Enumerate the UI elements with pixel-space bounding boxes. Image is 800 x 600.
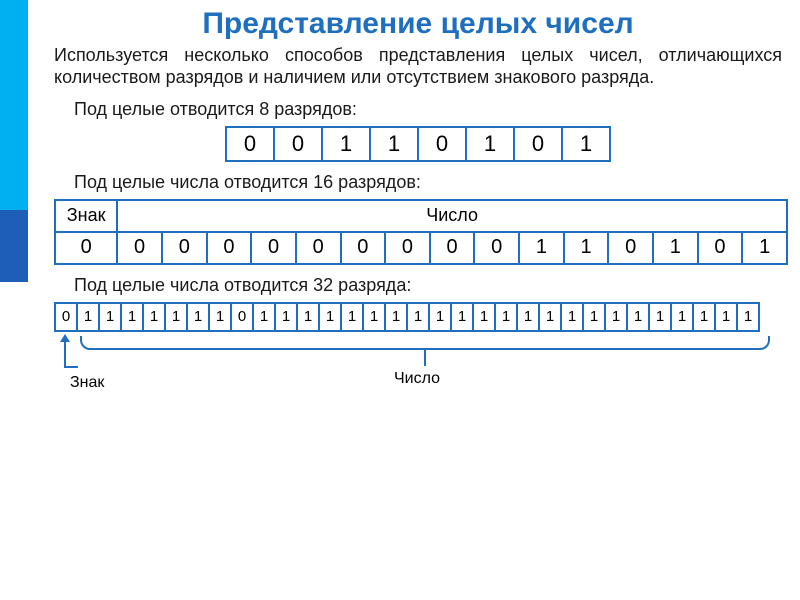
bit-cell: 0 xyxy=(231,303,253,331)
bit-cell: 0 xyxy=(385,232,430,264)
bit-cell: 1 xyxy=(385,303,407,331)
bit-cell: 0 xyxy=(341,232,386,264)
bit-cell: 1 xyxy=(121,303,143,331)
bit-cell: 0 xyxy=(418,127,466,161)
bit-cell: 1 xyxy=(297,303,319,331)
intro-text: Используется несколько способов представ… xyxy=(54,44,782,89)
bit-cell: 1 xyxy=(99,303,121,331)
bit-cell: 0 xyxy=(608,232,653,264)
bit-cell: 0 xyxy=(117,232,162,264)
bit-cell: 1 xyxy=(451,303,473,331)
bits-32-annotation: Знак Число xyxy=(54,336,792,396)
section-32-label: Под целые числа отводится 32 разряда: xyxy=(74,275,792,296)
bit-cell: 1 xyxy=(539,303,561,331)
bit-cell: 1 xyxy=(253,303,275,331)
bit-cell: 0 xyxy=(698,232,743,264)
slide-content: Представление целых чисел Используется н… xyxy=(36,0,800,396)
bits-8-table: 00110101 xyxy=(225,126,611,162)
bit-cell: 0 xyxy=(430,232,475,264)
decorative-sidebar xyxy=(0,0,28,600)
bit-cell: 1 xyxy=(519,232,564,264)
bit-cell: 1 xyxy=(742,232,787,264)
bit-cell: 1 xyxy=(693,303,715,331)
bit-cell: 0 xyxy=(514,127,562,161)
bit-cell: 1 xyxy=(715,303,737,331)
bit-cell: 1 xyxy=(77,303,99,331)
bit-cell: 1 xyxy=(653,232,698,264)
bit-cell: 0 xyxy=(226,127,274,161)
bit-cell: 1 xyxy=(495,303,517,331)
bit-cell: 1 xyxy=(466,127,514,161)
bit-cell: 1 xyxy=(429,303,451,331)
bit-cell: 1 xyxy=(407,303,429,331)
bit-cell: 0 xyxy=(207,232,252,264)
bit-cell: 0 xyxy=(296,232,341,264)
bit-cell: 1 xyxy=(671,303,693,331)
bit-cell: 0 xyxy=(274,127,322,161)
bit-cell: 1 xyxy=(341,303,363,331)
section-16-label: Под целые числа отводится 16 разрядов: xyxy=(74,172,792,193)
number-header: Число xyxy=(117,200,787,232)
bits-32-table: 01111111011111111111111111111111 xyxy=(54,302,760,332)
bit-cell: 0 xyxy=(55,232,117,264)
bit-cell: 1 xyxy=(649,303,671,331)
bit-cell: 1 xyxy=(363,303,385,331)
bit-cell: 1 xyxy=(517,303,539,331)
bit-cell: 1 xyxy=(583,303,605,331)
bit-cell: 1 xyxy=(564,232,609,264)
bit-cell: 1 xyxy=(473,303,495,331)
bit-cell: 1 xyxy=(737,303,759,331)
bit-cell: 1 xyxy=(143,303,165,331)
bit-cell: 1 xyxy=(275,303,297,331)
bit-cell: 0 xyxy=(474,232,519,264)
sign-annot-label: Знак xyxy=(70,374,104,392)
bit-cell: 0 xyxy=(55,303,77,331)
bit-cell: 1 xyxy=(165,303,187,331)
section-8-label: Под целые отводится 8 разрядов: xyxy=(74,99,792,120)
bits-16-table: Знак Число 0000000000110101 xyxy=(54,199,788,265)
bit-cell: 1 xyxy=(561,303,583,331)
number-annot-label: Число xyxy=(394,370,440,388)
bit-cell: 0 xyxy=(251,232,296,264)
bit-cell: 1 xyxy=(605,303,627,331)
page-title: Представление целых чисел xyxy=(44,8,792,40)
bit-cell: 1 xyxy=(370,127,418,161)
bit-cell: 1 xyxy=(322,127,370,161)
bit-cell: 1 xyxy=(562,127,610,161)
bit-cell: 0 xyxy=(162,232,207,264)
bit-cell: 1 xyxy=(187,303,209,331)
bit-cell: 1 xyxy=(209,303,231,331)
sign-header: Знак xyxy=(55,200,117,232)
bit-cell: 1 xyxy=(627,303,649,331)
bit-cell: 1 xyxy=(319,303,341,331)
